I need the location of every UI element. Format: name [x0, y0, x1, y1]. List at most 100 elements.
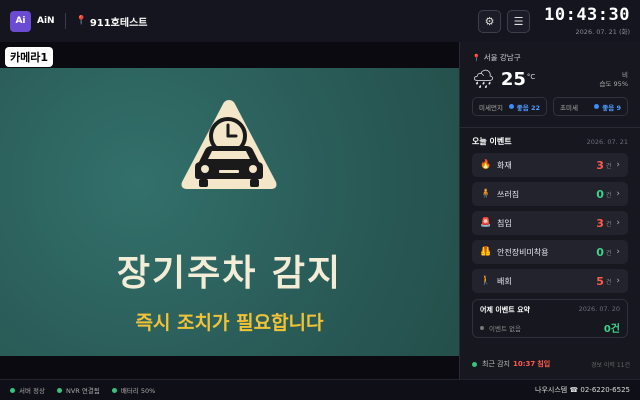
- events-title: 오늘 이벤트: [472, 137, 512, 146]
- event-unit: 건: [605, 278, 612, 286]
- walking-person-icon: 🚶: [480, 276, 492, 286]
- status-dot: [57, 387, 62, 393]
- event-name: 쓰러짐: [497, 189, 520, 199]
- event-name: 침입: [497, 218, 512, 228]
- chevron-right-icon: ›: [616, 189, 620, 199]
- temperature-unit: °C: [526, 73, 536, 81]
- event-count: 0: [596, 245, 604, 259]
- event-name: 화재: [497, 160, 512, 170]
- status-dot: [111, 387, 117, 393]
- location-pin-icon: 📍: [472, 53, 481, 62]
- event-name: 안전장비미착용: [497, 247, 549, 257]
- recent-type: 침입: [537, 360, 551, 368]
- menu-button[interactable]: ☰: [507, 9, 531, 33]
- fine-dust-label: 미세먼지: [479, 103, 503, 112]
- status-dot: [594, 104, 600, 109]
- summary-text: 이벤트 없음: [489, 324, 521, 333]
- company-info: 나우시스템 ☎ 02-6220-6525: [535, 386, 630, 394]
- nvr-status-text: NVR 연결됨: [66, 387, 100, 395]
- weather-condition: 비: [622, 70, 628, 79]
- side-panel: 📍 서울 강남구 🌧 25 °C 비 습도 95% 미세먼지 좋음 22 초미세…: [459, 42, 640, 379]
- events-header: 오늘 이벤트 2026. 07. 21: [472, 136, 628, 147]
- recent-detection[interactable]: 최근 감지 10:37 침입 경보 이력 11건: [472, 359, 630, 369]
- status-dot: [508, 104, 514, 109]
- temperature: 25: [500, 69, 526, 90]
- fine-dust-value: 좋음 22: [516, 103, 540, 112]
- clock-date: 2026. 07. 21 (화): [575, 28, 630, 36]
- status-dot: [472, 361, 477, 367]
- nvr-status: NVR 연결됨: [57, 385, 100, 395]
- status-bar: 서버 정상 NVR 연결됨 배터리 50% 나우시스템 ☎ 02-6220-65…: [0, 379, 640, 400]
- battery-status-text: 배터리 50%: [120, 387, 156, 395]
- battery-status: 배터리 50%: [111, 385, 156, 395]
- humidity: 습도 95%: [599, 79, 628, 88]
- location-pin-icon: 📍: [75, 16, 87, 26]
- event-count: 3: [596, 216, 604, 230]
- recent-time: 10:37: [513, 360, 536, 368]
- app-root: Ai AiN 📍 911호테스트 ⚙ ☰ 10:43:30 2026. 07. …: [0, 0, 640, 400]
- rain-cloud-icon: 🌧: [472, 69, 495, 90]
- weather-row: 🌧 25 °C 비 습도 95%: [472, 69, 628, 90]
- summary-row: 이벤트 없음 0건: [480, 320, 620, 335]
- alert-subtitle: 즉시 조치가 필요합니다: [135, 312, 324, 334]
- clock: 10:43:30 2026. 07. 21 (화): [544, 6, 630, 36]
- yesterday-summary[interactable]: 어제 이벤트 요약 2026. 07. 20 이벤트 없음 0건: [472, 299, 628, 338]
- fall-person-icon: 🧍: [480, 189, 492, 199]
- brand-name: AiN: [37, 16, 55, 26]
- weather-location: 📍 서울 강남구: [472, 52, 628, 63]
- camera-panel[interactable]: 카메라1 장기주차 감지 즉시 조치가 필요합니다: [0, 42, 459, 379]
- event-unit: 건: [605, 162, 612, 170]
- event-item[interactable]: 🔥 화재 3 건 ›: [472, 153, 628, 177]
- chevron-right-icon: ›: [616, 247, 620, 257]
- parking-warning-icon: [181, 100, 277, 189]
- site-name[interactable]: 911호테스트: [90, 14, 148, 29]
- chevron-right-icon: ›: [616, 218, 620, 228]
- event-count: 3: [596, 158, 604, 172]
- summary-value: 0건: [603, 324, 620, 335]
- weather-details: 비 습도 95%: [600, 71, 628, 89]
- fine-dust-badge: 미세먼지 좋음 22: [472, 97, 547, 116]
- header-controls: ⚙ ☰ 10:43:30 2026. 07. 21 (화): [478, 6, 630, 36]
- ultrafine-label: 초미세: [560, 103, 578, 112]
- event-item[interactable]: 🚨 침입 3 건 ›: [472, 211, 628, 235]
- chevron-right-icon: ›: [616, 276, 620, 286]
- ultrafine-value: 좋음 9: [602, 103, 621, 112]
- camera-label: 카메라1: [5, 47, 54, 67]
- event-unit: 건: [605, 249, 612, 257]
- ultrafine-dust-badge: 초미세 좋음 9: [553, 97, 628, 116]
- fire-icon: 🔥: [480, 160, 492, 170]
- event-item[interactable]: 🦺 안전장비미착용 0 건 ›: [472, 240, 628, 264]
- settings-button[interactable]: ⚙: [478, 9, 502, 33]
- summary-title: 어제 이벤트 요약: [480, 306, 530, 314]
- alert-title: 장기주차 감지: [116, 253, 343, 294]
- event-count: 5: [596, 274, 604, 288]
- gear-icon: ⚙: [484, 14, 495, 28]
- event-unit: 건: [605, 220, 612, 228]
- server-status-text: 서버 정상: [19, 387, 45, 395]
- summary-date: 2026. 07. 20: [578, 305, 620, 313]
- alarm-icon: 🚨: [480, 218, 492, 228]
- event-unit: 건: [605, 191, 612, 199]
- event-item[interactable]: 🧍 쓰러짐 0 건 ›: [472, 182, 628, 206]
- today-events: 오늘 이벤트 2026. 07. 21 🔥 화재 3 건 › 🧍 쓰러짐 0 건 › 🚨 침입 3 건 › 🦺…: [460, 128, 640, 293]
- safety-vest-icon: 🦺: [480, 247, 492, 257]
- alarm-history[interactable]: 경보 이력 11건: [591, 360, 630, 369]
- event-name: 배회: [497, 276, 512, 286]
- camera-view[interactable]: 장기주차 감지 즉시 조치가 필요합니다: [0, 68, 459, 356]
- chevron-right-icon: ›: [616, 160, 620, 170]
- events-date: 2026. 07. 21: [586, 137, 628, 146]
- weather-widget: 📍 서울 강남구 🌧 25 °C 비 습도 95% 미세먼지 좋음 22 초미세…: [460, 42, 640, 128]
- summary-header: 어제 이벤트 요약 2026. 07. 20: [480, 305, 620, 315]
- top-header: Ai AiN 📍 911호테스트 ⚙ ☰ 10:43:30 2026. 07. …: [0, 0, 640, 42]
- recent-label: 최근 감지: [482, 360, 510, 368]
- event-count: 0: [596, 187, 604, 201]
- menu-icon: ☰: [513, 14, 524, 28]
- clock-time: 10:43:30: [544, 5, 630, 25]
- app-logo: Ai: [10, 10, 31, 32]
- air-quality-row: 미세먼지 좋음 22 초미세 좋음 9: [472, 97, 628, 116]
- event-list: 🔥 화재 3 건 › 🧍 쓰러짐 0 건 › 🚨 침입 3 건 › 🦺 안전장비미착용 0 건 › 🚶 배회 5 건 ›: [472, 153, 628, 293]
- header-divider: [64, 13, 66, 29]
- server-status: 서버 정상: [10, 385, 45, 395]
- event-item[interactable]: 🚶 배회 5 건 ›: [472, 269, 628, 293]
- status-dot: [480, 325, 484, 330]
